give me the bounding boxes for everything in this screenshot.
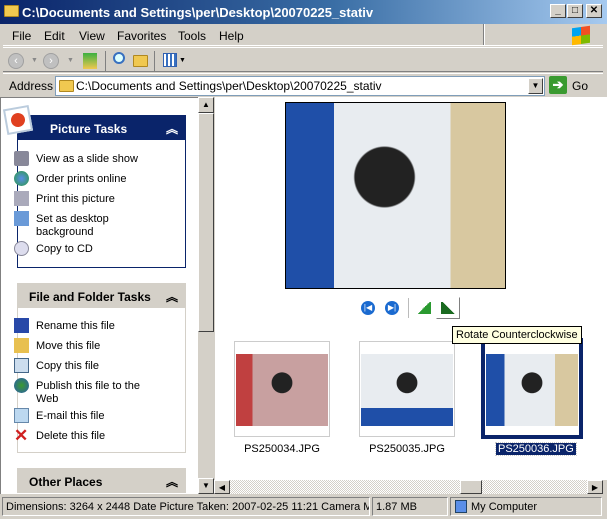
windows-logo-icon [572,25,590,46]
rename-icon [14,318,29,333]
thumbnail-label-selected[interactable]: PS250036.JPG [495,442,577,456]
thumbnail-label[interactable]: PS250035.JPG [359,443,455,455]
search-icon[interactable] [113,52,125,64]
views-icon[interactable] [163,53,177,67]
address-value: C:\Documents and Settings\per\Desktop\20… [76,79,382,93]
views-dropdown-icon[interactable]: ▼ [179,57,186,64]
other-places-header[interactable]: Other Places ︽ [17,468,186,493]
task-publish-web[interactable]: Publish this file to the Web [36,380,146,406]
task-pane: Picture Tasks ︽ View as a slide show Ord… [0,97,198,494]
task-rename[interactable]: Rename this file [36,320,115,333]
address-bar: Address C:\Documents and Settings\per\De… [3,73,603,97]
menu-file[interactable]: File [12,29,31,43]
scroll-down-button[interactable]: ▼ [198,478,214,494]
task-move[interactable]: Move this file [36,340,100,353]
menu-view[interactable]: View [79,29,105,43]
content-pane: |◀ ▶| Rotate Counterclockwise PS250034.J… [214,97,607,480]
email-icon [14,408,29,423]
menu-bar: File Edit View Favorites Tools Help [3,24,603,46]
go-button[interactable]: Go [572,79,588,93]
menu-edit[interactable]: Edit [44,29,65,43]
scroll-left-button[interactable]: ◀ [214,480,230,494]
my-computer-icon [455,500,467,513]
task-view-slideshow[interactable]: View as a slide show [36,153,138,166]
preview-image [285,102,506,289]
status-details: Dimensions: 3264 x 2448 Date Picture Tak… [2,497,370,516]
task-email[interactable]: E-mail this file [36,410,104,423]
delete-icon: ✕ [14,426,29,445]
address-label: Address [9,79,54,93]
collapse-icon[interactable]: ︽ [166,473,178,490]
previous-image-button[interactable]: |◀ [361,301,375,315]
window-title: C:\Documents and Settings\per\Desktop\20… [22,5,374,20]
task-pane-scrollbar[interactable]: ▲ ▼ [198,97,214,494]
horizontal-scroll-thumb[interactable] [460,480,482,494]
address-dropdown-button[interactable]: ▼ [528,78,543,94]
back-dropdown-icon[interactable]: ▼ [31,57,38,64]
back-icon[interactable]: ‹ [8,53,24,69]
thumbnail-ps250034[interactable] [234,341,330,437]
menu-favorites[interactable]: Favorites [117,29,166,43]
minimize-button[interactable]: _ [550,4,566,18]
menu-tools[interactable]: Tools [178,29,206,43]
address-input[interactable]: C:\Documents and Settings\per\Desktop\20… [55,76,545,96]
tooltip: Rotate Counterclockwise [452,326,582,344]
other-places-title: Other Places [29,475,103,489]
thumbnail-ps250036-selected[interactable] [481,338,583,439]
rotate-counterclockwise-button[interactable] [436,297,460,319]
collapse-icon[interactable]: ︽ [166,120,178,137]
scroll-up-button[interactable]: ▲ [198,97,214,113]
forward-icon[interactable]: › [43,53,59,69]
copy-icon [14,358,29,373]
maximize-button[interactable]: □ [567,4,583,18]
horizontal-scrollbar[interactable]: ◀ ▶ [214,480,603,494]
folder-icon [4,5,19,17]
print-icon [14,191,29,206]
publish-web-icon [14,378,29,393]
folders-icon[interactable] [133,55,148,67]
forward-dropdown-icon[interactable]: ▼ [67,57,74,64]
status-zone: My Computer [450,497,602,516]
folder-icon [59,80,74,92]
title-bar: C:\Documents and Settings\per\Desktop\20… [0,0,607,24]
file-folder-tasks-title: File and Folder Tasks [29,290,151,304]
rotate-clockwise-button[interactable] [416,302,431,314]
order-prints-icon [14,171,29,186]
move-icon [14,338,29,353]
desktop-background-icon [14,211,29,226]
status-size: 1.87 MB [372,497,448,516]
scroll-right-button[interactable]: ▶ [587,480,603,494]
file-folder-tasks-header[interactable]: File and Folder Tasks ︽ [17,283,186,308]
toolbar: ‹ ▼ › ▼ ▼ [3,47,603,72]
collapse-icon[interactable]: ︽ [166,288,178,305]
task-copy[interactable]: Copy this file [36,360,99,373]
picture-tasks-title: Picture Tasks [50,122,128,136]
status-zone-label: My Computer [471,501,538,513]
menu-help[interactable]: Help [219,29,244,43]
task-set-desktop-background[interactable]: Set as desktop background [36,213,126,239]
task-copy-to-cd[interactable]: Copy to CD [36,243,93,256]
close-button[interactable]: ✕ [586,4,602,18]
cd-icon [14,241,29,256]
task-print[interactable]: Print this picture [36,193,115,206]
picture-tasks-header[interactable]: Picture Tasks ︽ [17,115,186,140]
slideshow-icon [14,151,29,166]
thumbnail-label[interactable]: PS250034.JPG [234,443,330,455]
status-bar: Dimensions: 3264 x 2448 Date Picture Tak… [0,494,607,519]
up-folder-icon[interactable] [83,53,97,69]
task-order-prints[interactable]: Order prints online [36,173,127,186]
scroll-thumb[interactable] [198,113,214,332]
task-delete[interactable]: Delete this file [36,430,105,443]
go-arrow-icon[interactable]: ➔ [549,76,567,94]
next-image-button[interactable]: ▶| [385,301,399,315]
picture-tasks-icon [2,104,34,136]
thumbnail-ps250035[interactable] [359,341,455,437]
